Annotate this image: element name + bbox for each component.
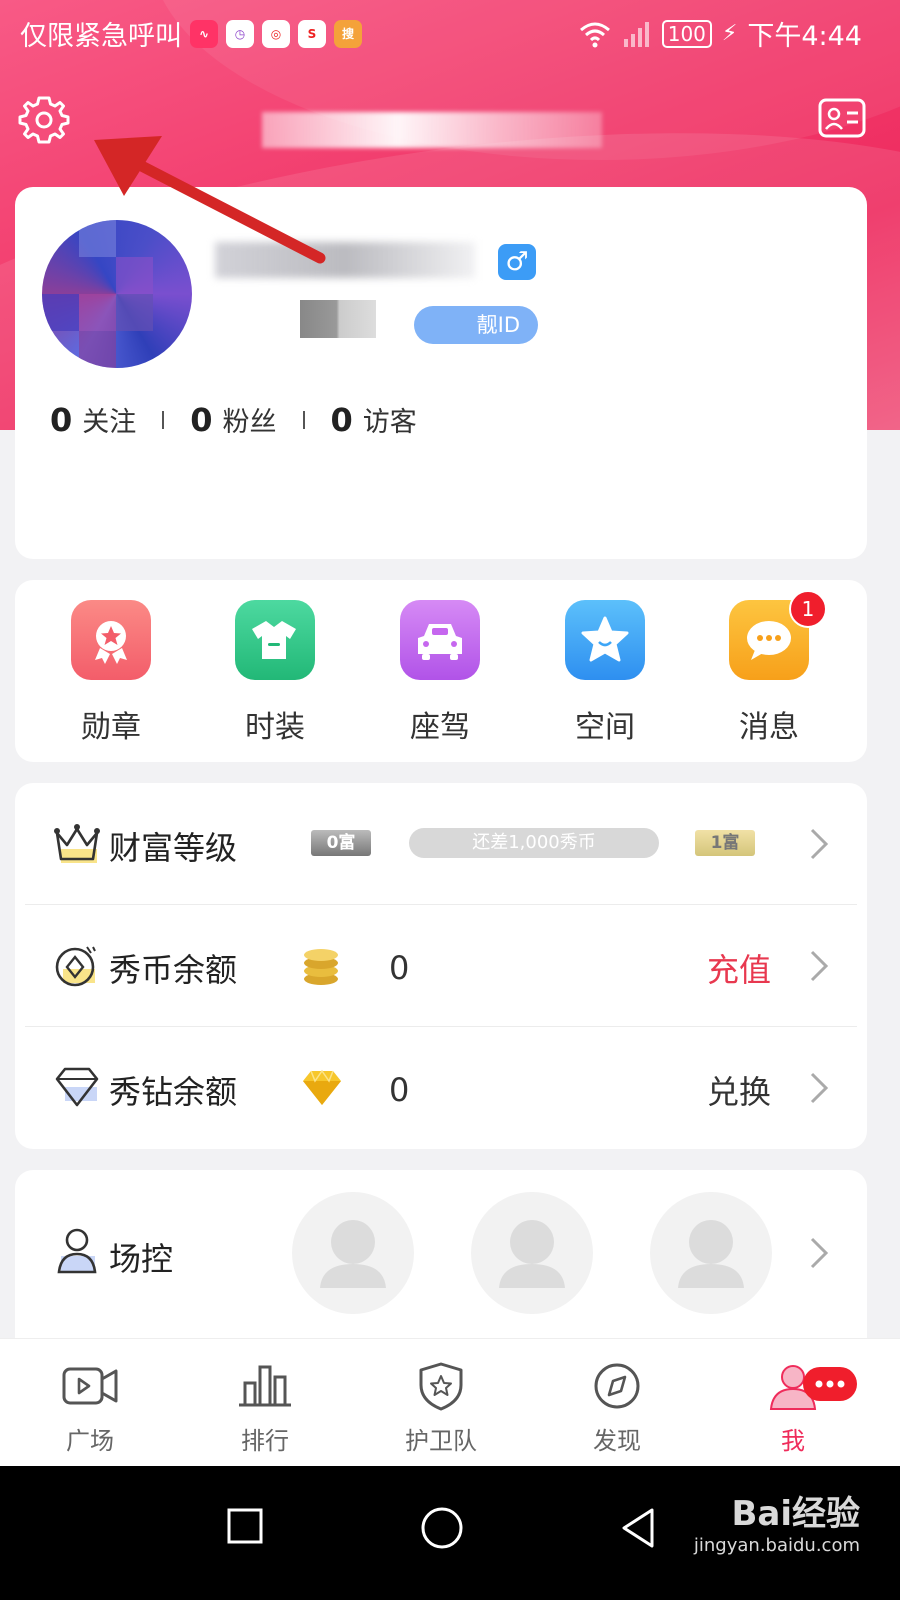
special-id-badge[interactable]: 靓ID	[414, 306, 538, 344]
quick-action-label: 消息	[739, 710, 799, 745]
diamond-outline-icon	[55, 1067, 99, 1107]
chevron-right-icon	[810, 828, 829, 860]
quick-action-car[interactable]: 座驾	[390, 600, 490, 746]
coin-balance-amount: 0	[389, 949, 410, 987]
quick-action-label: 座驾	[410, 710, 470, 745]
sina-app-icon: S	[298, 19, 326, 48]
tab-label: 我	[781, 1427, 805, 1455]
pulse-app-icon: ∿	[190, 19, 218, 48]
wealth-level-label: 财富等级	[109, 829, 238, 867]
medal-icon	[71, 600, 151, 680]
quick-action-label: 勋章	[81, 710, 141, 745]
bottom-tab-bar: 广场 排行 护卫队 发现 我	[0, 1338, 900, 1467]
back-button[interactable]	[618, 1506, 658, 1550]
tab-label: 排行	[241, 1427, 289, 1455]
tab-label: 广场	[66, 1427, 114, 1455]
room-control-label: 场控	[109, 1240, 174, 1278]
stat-divider	[302, 410, 305, 429]
nickname-redacted	[262, 112, 602, 148]
baidu-jingyan-watermark: Bai经验 jingyan.baidu.com	[693, 1494, 860, 1556]
star-icon	[565, 600, 645, 680]
room-control-row[interactable]: 场控	[15, 1170, 867, 1350]
stat-visitors[interactable]: 0 访客	[331, 400, 417, 439]
chevron-right-icon	[810, 1072, 829, 1104]
quick-action-label: 空间	[575, 710, 635, 745]
wealth-level-row[interactable]: 财富等级 0富 还差1,000秀币 1富	[15, 783, 867, 905]
signal-icon	[623, 21, 649, 47]
empty-seat-avatar[interactable]	[471, 1192, 593, 1314]
clock-app-icon: ◷	[226, 19, 254, 48]
quick-action-space[interactable]: 空间	[555, 600, 655, 746]
wallet-panel: 财富等级 0富 还差1,000秀币 1富 秀币余额 0 充值 秀钻余额 0 兑换	[15, 783, 867, 1149]
username-redacted	[215, 242, 475, 278]
exchange-button[interactable]: 兑换	[707, 1067, 771, 1113]
system-navigation-bar: Bai经验 jingyan.baidu.com	[0, 1466, 900, 1600]
next-wealth-level-badge: 1富	[695, 830, 755, 856]
compass-icon	[594, 1363, 640, 1409]
tab-guard[interactable]: 护卫队	[381, 1361, 501, 1456]
tab-label: 护卫队	[405, 1427, 477, 1455]
empty-seat-avatar[interactable]	[292, 1192, 414, 1314]
yellow-diamond-icon	[303, 1069, 341, 1105]
gender-male-icon: ♂	[498, 244, 536, 280]
tab-square[interactable]: 广场	[30, 1361, 150, 1456]
car-icon	[400, 600, 480, 680]
recharge-button[interactable]: 充值	[707, 945, 771, 991]
unread-badge: 1	[789, 590, 827, 628]
chat-icon: 1	[729, 590, 827, 680]
shield-icon	[419, 1362, 463, 1411]
charging-icon: ⚡	[721, 21, 738, 46]
diamond-balance-label: 秀钻余额	[109, 1073, 238, 1111]
coin-balance-row[interactable]: 秀币余额 0 充值	[15, 905, 867, 1027]
quick-action-medal[interactable]: 勋章	[61, 600, 161, 746]
clock-text: 下午4:44	[747, 21, 862, 52]
chat-bubble-icon	[803, 1367, 857, 1401]
sohu-app-icon: 搜	[334, 19, 362, 48]
quick-action-fashion[interactable]: 时装	[225, 600, 325, 746]
wifi-icon	[579, 22, 610, 47]
battery-indicator: 100	[661, 19, 712, 48]
crown-icon	[54, 824, 100, 863]
quick-action-label: 时装	[245, 710, 305, 745]
shirt-icon	[235, 600, 315, 680]
tab-discover[interactable]: 发现	[557, 1361, 677, 1456]
bar-chart-icon	[239, 1365, 291, 1407]
status-bar: 仅限紧急呼叫 ∿ ◷ ◎ S 搜 100 ⚡ 下午4:44	[0, 0, 900, 64]
profile-stats: 0 关注 0 粉丝 0 访客	[50, 400, 417, 439]
carrier-text: 仅限紧急呼叫	[20, 21, 182, 52]
wealth-progress-text: 还差1,000秀币	[472, 832, 596, 853]
tab-label: 发现	[593, 1427, 641, 1455]
gear-icon[interactable]	[18, 94, 70, 146]
quick-actions-panel: 勋章 时装 座驾 空间 1 消息	[15, 580, 867, 762]
home-button[interactable]	[420, 1506, 464, 1550]
video-icon	[62, 1367, 118, 1405]
tab-ranking[interactable]: 排行	[205, 1361, 325, 1456]
user-level-redacted	[300, 300, 376, 338]
avatar[interactable]	[42, 220, 192, 368]
coin-balance-label: 秀币余额	[109, 951, 238, 989]
tab-me[interactable]: 我	[733, 1361, 857, 1456]
current-wealth-level-badge: 0富	[311, 830, 371, 856]
id-card-icon[interactable]	[818, 98, 866, 138]
diamond-balance-row[interactable]: 秀钻余额 0 兑换	[15, 1027, 867, 1149]
quick-action-messages[interactable]: 1 消息	[719, 590, 827, 746]
diamond-balance-amount: 0	[389, 1071, 410, 1109]
stat-following[interactable]: 0 关注	[50, 400, 136, 439]
chevron-right-icon	[810, 1237, 829, 1269]
user-outline-icon	[57, 1228, 97, 1274]
coin-wallet-icon	[55, 946, 96, 987]
chevron-right-icon	[810, 950, 829, 982]
empty-seat-avatar[interactable]	[650, 1192, 772, 1314]
gold-coins-icon	[304, 949, 338, 985]
stat-fans[interactable]: 0 粉丝	[190, 400, 276, 439]
recent-apps-button[interactable]	[225, 1506, 265, 1546]
wealth-progress-bar: 还差1,000秀币	[409, 828, 659, 858]
stat-divider	[162, 410, 165, 429]
phoenix-app-icon: ◎	[262, 19, 290, 48]
